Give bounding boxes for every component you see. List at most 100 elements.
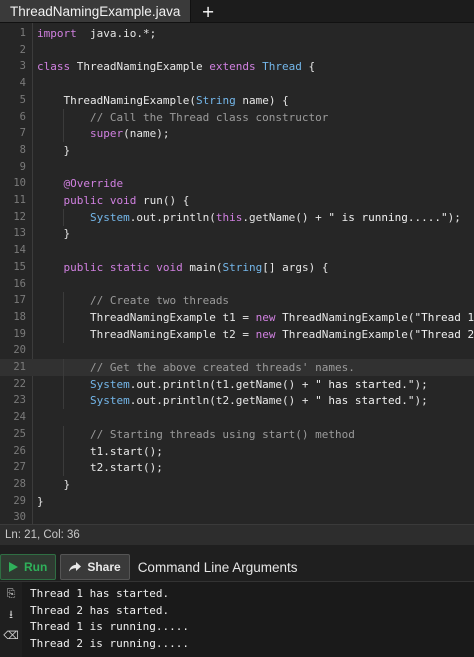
code-editor[interactable]: 1 import java.io.*; 2 3 class ThreadNamingEx… <box>0 23 474 524</box>
code-text: // Starting threads using start() method <box>37 426 474 443</box>
line-number: 17 <box>13 294 26 307</box>
code-token: " has started." <box>315 394 415 408</box>
code-line[interactable]: 23 System.out.println(t2.getName() + " h… <box>0 392 474 410</box>
code-line[interactable]: 16 <box>0 276 474 293</box>
code-line[interactable]: 8 } <box>0 142 474 159</box>
code-token: // Create two threads <box>89 294 230 308</box>
code-line[interactable]: 2 <box>0 42 474 59</box>
run-button[interactable]: Run <box>0 554 57 580</box>
line-number: 1 <box>19 27 26 39</box>
code-token: public <box>63 260 104 274</box>
code-line[interactable]: 20 <box>0 342 474 359</box>
line-number: 5 <box>19 93 26 106</box>
code-text: class ThreadNamingExample extends Thread… <box>37 58 474 75</box>
line-number: 13 <box>13 227 26 240</box>
code-line[interactable]: 15 public static void main(String[] args… <box>0 259 474 276</box>
code-token: .out.println( <box>129 210 216 224</box>
code-line[interactable]: 3 class ThreadNamingExample extends Threa… <box>0 58 474 75</box>
code-line[interactable]: 17 // Create two threads <box>0 292 474 310</box>
code-token: () { <box>162 194 190 207</box>
code-token: t1.start <box>89 444 143 458</box>
code-token: ThreadNamingExample <box>63 93 190 107</box>
code-token: ( <box>407 327 415 341</box>
code-token: @Override <box>63 177 124 191</box>
code-line[interactable]: 19 ThreadNamingExample t2 = new ThreadNa… <box>0 325 474 343</box>
add-tab-button[interactable]: + <box>191 0 224 22</box>
code-token: // Get the above created threads' names. <box>89 361 355 374</box>
code-line[interactable]: 28 } <box>0 476 474 493</box>
code-token: ThreadNamingExample <box>70 60 210 74</box>
code-token: java.io.*; <box>76 27 157 40</box>
code-line[interactable]: 9 <box>0 159 474 176</box>
tab-file[interactable]: ThreadNamingExample.java <box>0 0 192 22</box>
code-line[interactable]: 24 <box>0 409 474 426</box>
code-token: ThreadNamingExample <box>275 327 408 341</box>
output-line: Thread 2 has started. <box>30 603 170 617</box>
line-number: 23 <box>13 394 26 407</box>
run-toolbar: Run Share Command Line Arguments <box>0 553 474 581</box>
line-number: 25 <box>13 427 26 440</box>
code-line[interactable]: 25 // Starting threads using start() met… <box>0 425 474 443</box>
line-number: 11 <box>13 194 26 206</box>
code-line[interactable]: 26 t1.start(); <box>0 442 474 460</box>
code-line[interactable]: 10 @Override <box>0 175 474 192</box>
share-button-label: Share <box>87 560 121 574</box>
output-line: Thread 2 is running..... <box>30 636 189 650</box>
line-number: 22 <box>13 377 26 390</box>
code-line[interactable]: 29} <box>0 493 474 510</box>
line-number: 2 <box>19 43 26 56</box>
share-button[interactable]: Share <box>60 554 130 580</box>
code-line[interactable]: 18 ThreadNamingExample t1 = new ThreadNa… <box>0 308 474 326</box>
code-line[interactable]: 7 super(name); <box>0 125 474 143</box>
code-line[interactable]: 22 System.out.println(t1.getName() + " h… <box>0 375 474 393</box>
output-line: Thread 1 is running..... <box>30 620 189 633</box>
code-line[interactable]: 12 System.out.println(this.getName() + "… <box>0 208 474 226</box>
code-token: public <box>63 194 104 207</box>
code-text: ThreadNamingExample t2 = new ThreadNamin… <box>37 326 474 343</box>
code-line[interactable]: 14 <box>0 242 474 259</box>
code-line[interactable]: 4 <box>0 75 474 92</box>
code-token: new <box>255 327 276 341</box>
code-text: System.out.println(t2.getName() + " has … <box>37 392 474 409</box>
copy-icon[interactable]: ⎘ <box>7 588 16 600</box>
code-text: } <box>37 476 474 493</box>
output-panel: ⎘ ⭳ ⌫ Thread 1 has started. Thread 2 has … <box>0 581 474 657</box>
line-number: 26 <box>13 444 26 457</box>
code-token: " has started." <box>315 377 415 391</box>
code-token: void <box>109 194 137 207</box>
eraser-icon[interactable]: ⌫ <box>3 630 19 642</box>
code-token: static <box>109 260 150 274</box>
code-line[interactable]: 1 import java.io.*; <box>0 25 474 42</box>
code-line[interactable]: 11 public void run() { <box>0 192 474 209</box>
line-number: 30 <box>13 511 26 524</box>
code-line[interactable]: 21 // Get the above created threads' nam… <box>0 359 474 376</box>
code-token: ); <box>414 377 428 391</box>
line-number: 3 <box>19 60 26 73</box>
code-text: public void run() { <box>37 192 474 209</box>
code-line[interactable]: 6 // Call the Thread class constructor <box>0 108 474 126</box>
line-number: 10 <box>13 177 26 190</box>
code-token: .out.println(t2.getName() + <box>129 394 316 408</box>
code-text: // Call the Thread class constructor <box>37 109 474 126</box>
command-line-arguments-label[interactable]: Command Line Arguments <box>134 560 298 575</box>
line-number: 6 <box>19 110 26 123</box>
download-icon[interactable]: ⭳ <box>9 609 13 621</box>
line-number: 12 <box>13 210 26 223</box>
code-line[interactable]: 13 } <box>0 225 474 242</box>
code-line[interactable]: 30 <box>0 509 474 524</box>
code-text: } <box>37 142 474 159</box>
code-line[interactable]: 27 t2.start(); <box>0 459 474 477</box>
line-number: 14 <box>13 244 26 257</box>
code-token: } <box>37 143 71 157</box>
code-line[interactable]: 5 ThreadNamingExample(String name) { <box>0 92 474 109</box>
line-number: 4 <box>19 77 26 90</box>
